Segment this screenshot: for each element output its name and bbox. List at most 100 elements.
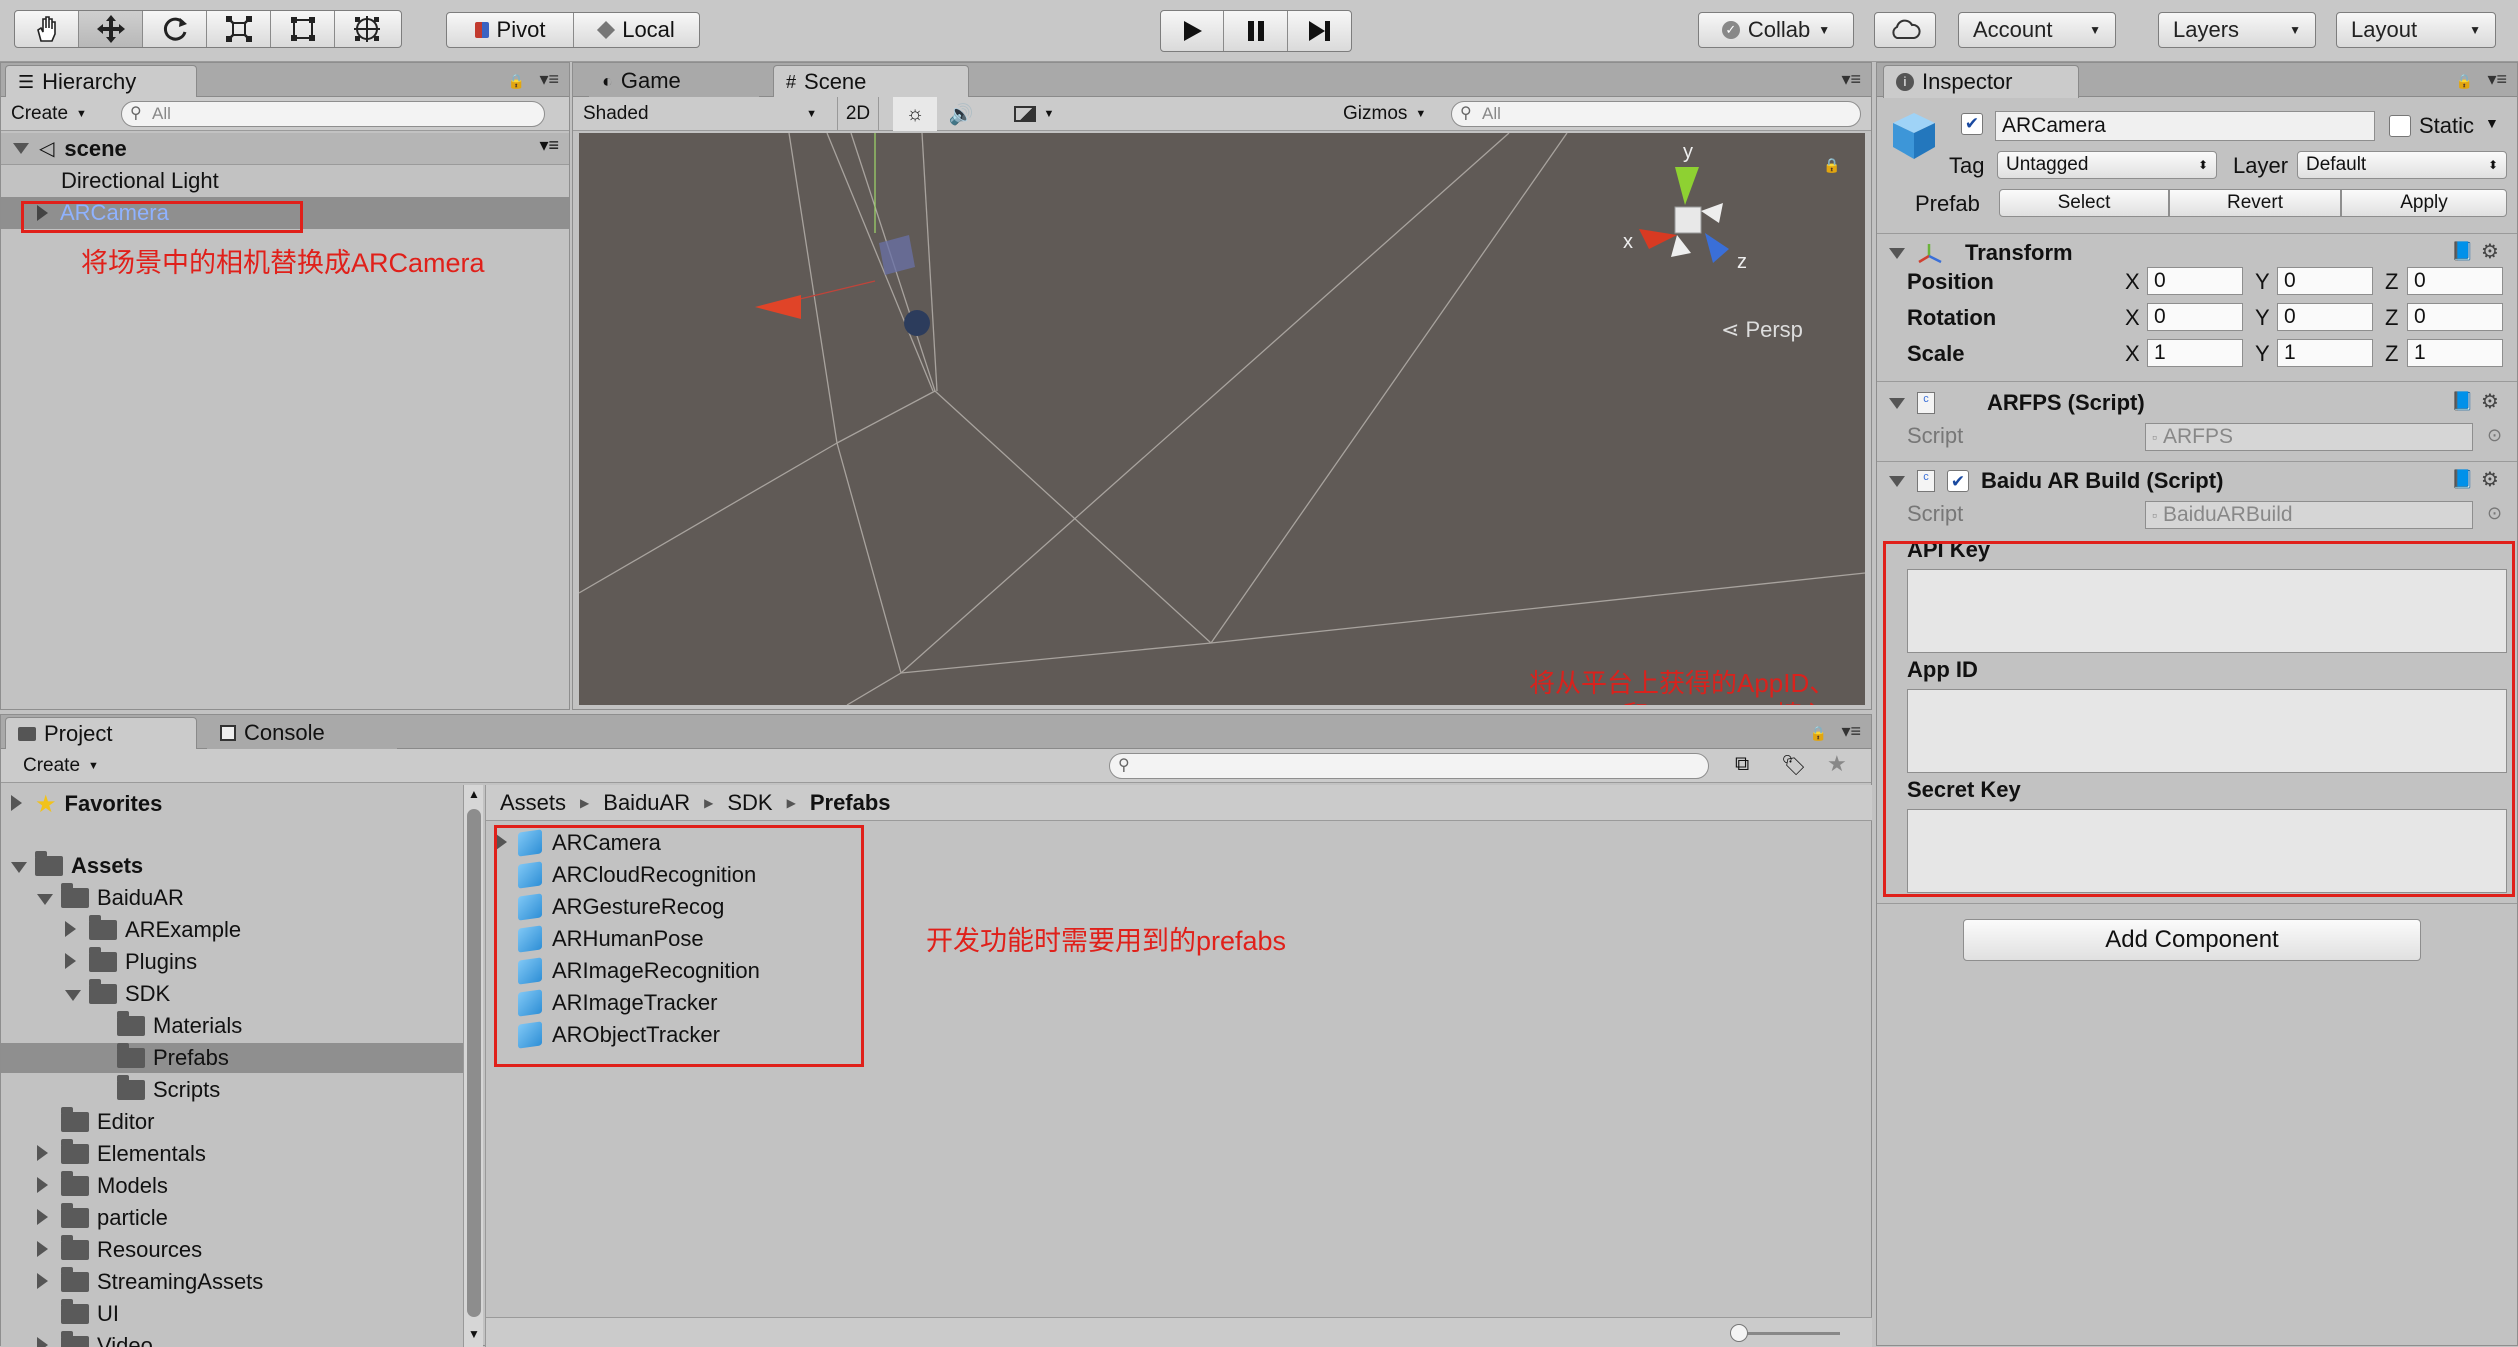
effects-dropdown[interactable]: ▼	[999, 97, 1069, 131]
local-button[interactable]: Local	[574, 13, 699, 47]
expand-triangle-slot[interactable]	[37, 1269, 61, 1295]
expand-triangle-icon[interactable]	[37, 1145, 48, 1161]
hand-tool-icon[interactable]	[15, 11, 79, 47]
filter-by-label-icon[interactable]: 🏷	[1781, 753, 1806, 778]
scene-header[interactable]: ◁ scene ▾≡	[1, 133, 569, 165]
hierarchy-search-input[interactable]: ⚲ All	[121, 101, 545, 127]
help-book-icon[interactable]: 📘	[2451, 241, 2473, 262]
expand-triangle-slot[interactable]	[65, 949, 89, 975]
panel-menu-icon[interactable]: ▾≡	[1841, 69, 1861, 90]
chevron-down-icon[interactable]: ▼	[2485, 115, 2499, 131]
baidu-ar-build-header[interactable]: c ✔ Baidu AR Build (Script)	[1877, 465, 2517, 497]
hierarchy-item-directional-light[interactable]: Directional Light	[1, 165, 569, 197]
pivot-button[interactable]: Pivot	[447, 13, 574, 47]
move-tool-icon[interactable]	[79, 11, 143, 47]
step-button[interactable]	[1288, 11, 1351, 51]
tab-console[interactable]: Console	[207, 717, 397, 749]
perspective-label-button[interactable]: ⋖ Persp	[1721, 317, 1803, 343]
tree-item-folder[interactable]: Models	[1, 1171, 463, 1201]
tree-item-folder[interactable]: Scripts	[1, 1075, 463, 1105]
transform-scale-y-input[interactable]: 1	[2277, 339, 2373, 367]
expand-triangle-slot[interactable]	[37, 1141, 61, 1167]
tree-item-folder[interactable]: Plugins	[1, 947, 463, 977]
transform-position-x-input[interactable]: 0	[2147, 267, 2243, 295]
tree-item-folder[interactable]: UI	[1, 1299, 463, 1329]
help-book-icon[interactable]: 📘	[2451, 391, 2473, 412]
audio-toggle-icon[interactable]: 🔊	[939, 97, 983, 131]
expand-triangle-slot[interactable]	[65, 981, 89, 1007]
tab-scene[interactable]: # Scene	[773, 65, 969, 98]
tree-item-folder[interactable]: ARExample	[1, 915, 463, 945]
object-picker-icon[interactable]: ⊙	[2487, 503, 2502, 524]
tree-item-favorites[interactable]: ★ Favorites	[1, 789, 463, 819]
baidu-script-field[interactable]: ▫ BaiduARBuild	[2145, 501, 2473, 529]
expand-triangle-icon[interactable]	[11, 862, 27, 873]
expand-triangle-slot[interactable]	[11, 853, 35, 879]
scene-menu-icon[interactable]: ▾≡	[539, 135, 559, 156]
breadcrumb-item[interactable]: SDK	[727, 790, 772, 816]
prefab-select-button[interactable]: Select	[1999, 189, 2169, 217]
tree-item-folder[interactable]: BaiduAR	[1, 883, 463, 913]
tab-game[interactable]: ◐ Game	[589, 65, 759, 97]
tree-item-folder[interactable]: particle	[1, 1203, 463, 1233]
layers-dropdown[interactable]: Layers ▼	[2158, 12, 2316, 48]
cloud-button[interactable]	[1874, 12, 1936, 48]
tree-item-folder[interactable]: Materials	[1, 1011, 463, 1041]
expand-triangle-slot[interactable]	[65, 917, 89, 943]
panel-menu-icon[interactable]: ▾≡	[2487, 69, 2507, 90]
arfps-header[interactable]: c ARFPS (Script)	[1877, 387, 2517, 419]
tree-item-folder[interactable]: Elementals	[1, 1139, 463, 1169]
scene-search-input[interactable]: ⚲ All	[1451, 101, 1861, 127]
tree-item-folder[interactable]: Editor	[1, 1107, 463, 1137]
account-dropdown[interactable]: Account ▼	[1958, 12, 2116, 48]
scale-tool-icon[interactable]	[207, 11, 271, 47]
expand-triangle-slot[interactable]	[37, 885, 61, 911]
expand-triangle-icon[interactable]	[1889, 397, 1905, 409]
tree-item-folder[interactable]: StreamingAssets	[1, 1267, 463, 1297]
add-component-button[interactable]: Add Component	[1963, 919, 2421, 961]
rotate-tool-icon[interactable]	[143, 11, 207, 47]
tab-project[interactable]: Project	[5, 717, 197, 750]
expand-triangle-slot[interactable]	[37, 1173, 61, 1199]
lock-icon[interactable]: 🔒	[1823, 157, 1840, 174]
lock-icon[interactable]: 🔒	[2456, 73, 2473, 90]
expand-triangle-slot[interactable]	[37, 1205, 61, 1231]
icon-size-slider-handle[interactable]	[1730, 1324, 1748, 1342]
filter-by-type-icon[interactable]: ⧉	[1735, 753, 1749, 776]
transform-position-z-input[interactable]: 0	[2407, 267, 2503, 295]
expand-triangle-slot[interactable]	[37, 1333, 61, 1347]
expand-triangle-slot[interactable]	[11, 791, 35, 817]
tree-item-folder[interactable]: SDK	[1, 979, 463, 1009]
expand-triangle-icon[interactable]	[37, 1241, 48, 1257]
tag-dropdown[interactable]: Untagged ⬍	[1997, 151, 2217, 179]
tree-item-folder[interactable]: Video	[1, 1331, 463, 1347]
active-checkbox[interactable]: ✔	[1961, 113, 1983, 135]
shading-dropdown[interactable]: Shaded ▼	[583, 100, 823, 128]
tab-inspector[interactable]: i Inspector	[1883, 65, 2079, 98]
gear-icon[interactable]: ⚙	[2481, 389, 2499, 414]
expand-triangle-icon[interactable]	[65, 953, 76, 969]
prefab-apply-button[interactable]: Apply	[2341, 189, 2507, 217]
transform-combined-tool-icon[interactable]	[335, 11, 399, 47]
scrollbar-thumb[interactable]	[467, 809, 481, 1317]
lighting-toggle-icon[interactable]: ☼	[893, 97, 937, 131]
panel-menu-icon[interactable]: ▾≡	[1841, 721, 1861, 742]
help-book-icon[interactable]: 📘	[2451, 469, 2473, 490]
tab-hierarchy[interactable]: ☰ Hierarchy	[5, 65, 197, 98]
prefab-revert-button[interactable]: Revert	[2169, 189, 2341, 217]
favorite-star-icon[interactable]: ★	[1827, 751, 1847, 777]
transform-header[interactable]: Transform	[1877, 237, 2517, 269]
expand-triangle-icon[interactable]	[65, 921, 76, 937]
object-picker-icon[interactable]: ⊙	[2487, 425, 2502, 446]
project-create-dropdown[interactable]: Create ▼	[23, 752, 99, 780]
expand-triangle-icon[interactable]	[37, 1209, 48, 1225]
layer-dropdown[interactable]: Default ⬍	[2297, 151, 2507, 179]
layout-dropdown[interactable]: Layout ▼	[2336, 12, 2496, 48]
tree-item-folder[interactable]: Prefabs	[1, 1043, 463, 1073]
lock-icon[interactable]: 🔒	[508, 73, 525, 90]
expand-triangle-icon[interactable]	[37, 1273, 48, 1289]
transform-rotation-z-input[interactable]: 0	[2407, 303, 2503, 331]
panel-menu-icon[interactable]: ▾≡	[539, 69, 559, 90]
transform-position-y-input[interactable]: 0	[2277, 267, 2373, 295]
play-button[interactable]	[1161, 11, 1225, 51]
